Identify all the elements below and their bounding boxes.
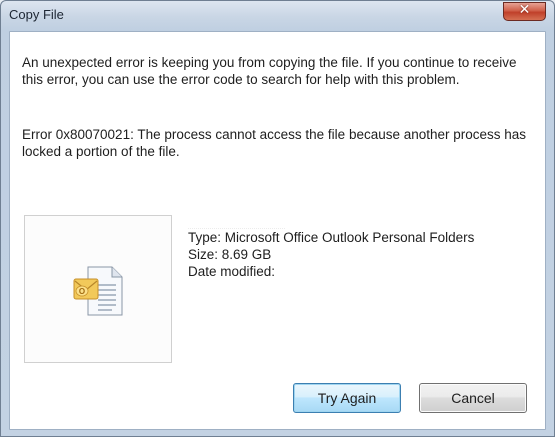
date-modified-redacted [279,264,396,280]
file-date-row: Date modified: [188,263,538,280]
file-type: Type: Microsoft Office Outlook Personal … [188,230,475,245]
file-size: Size: 8.69 GB [188,247,272,262]
file-name-row [188,212,538,230]
file-name-redacted [188,213,285,230]
close-icon: ✕ [518,2,531,18]
title-bar[interactable]: Copy File ✕ [1,1,554,31]
file-details: Type: Microsoft Office Outlook Personal … [188,212,538,280]
try-again-button[interactable]: Try Again [293,383,401,413]
dialog-content: An unexpected error is keeping you from … [9,31,546,430]
outlook-pst-file-icon: O [73,266,123,316]
date-modified-label: Date modified: [188,264,276,279]
window-title: Copy File [9,7,64,22]
close-button[interactable]: ✕ [503,2,546,21]
cancel-button[interactable]: Cancel [419,383,527,413]
copy-file-dialog: Copy File ✕ An unexpected error is keepi… [0,0,555,437]
svg-text:O: O [79,287,85,296]
file-thumbnail: O [24,215,172,363]
error-description: An unexpected error is keeping you from … [22,55,517,87]
error-code-message: Error 0x80070021: The process cannot acc… [22,127,527,159]
